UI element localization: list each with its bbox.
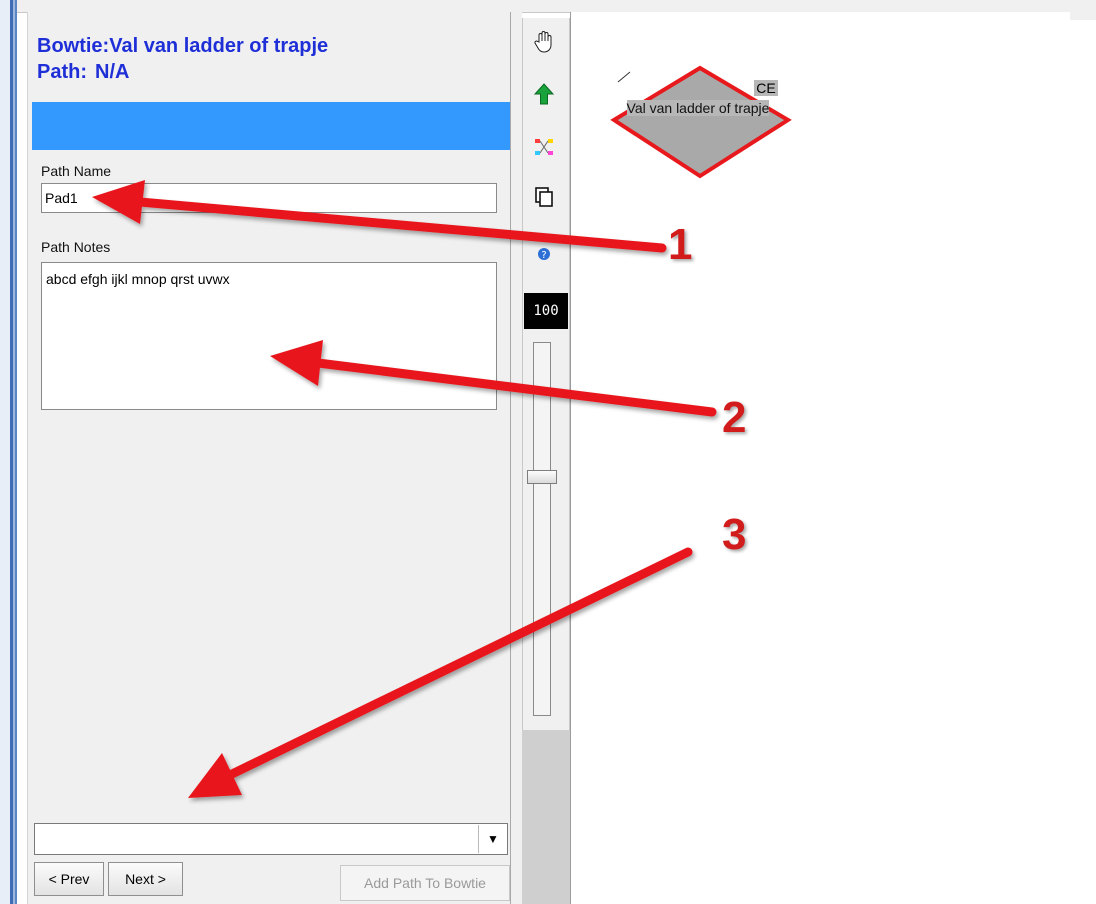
annotation-label-3: 3 (722, 510, 747, 559)
arrow-head-2 (270, 340, 323, 386)
annotation-label-1: 1 (668, 220, 693, 269)
annotation-label-2: 2 (722, 393, 747, 442)
annotation-arrow-2 (313, 358, 717, 417)
annotation-arrow-1 (135, 197, 667, 253)
arrow-head-1 (92, 180, 145, 224)
annotation-arrows (92, 180, 717, 798)
annotation-arrow-3 (225, 547, 693, 780)
